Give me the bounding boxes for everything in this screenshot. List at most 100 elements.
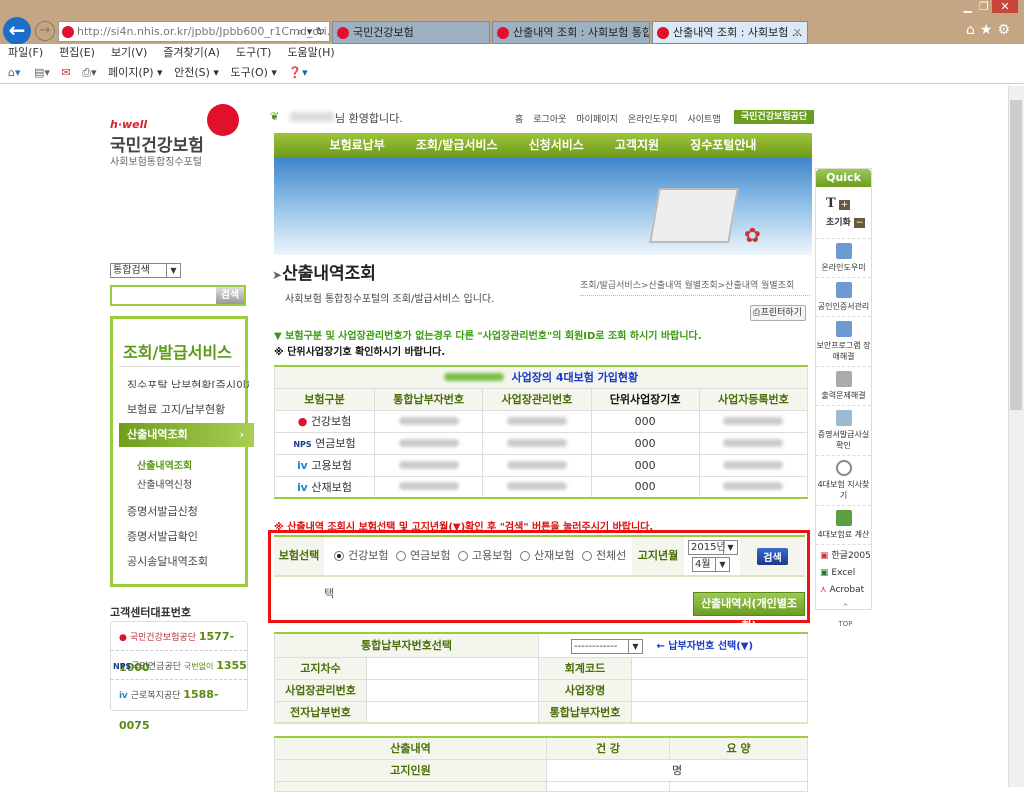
label: 증명서발급사실 확인	[817, 430, 870, 450]
search-scope-value: 통합검색	[113, 265, 150, 276]
radio-pension[interactable]: 연금보험	[392, 549, 450, 562]
personal-statement-button[interactable]: 산출내역서(개인별조회)	[693, 592, 805, 632]
menu-tools[interactable]: 도구(T)	[236, 46, 272, 59]
download-excel[interactable]: ▣ Excel	[820, 565, 871, 582]
side-nav-item-portal-payment[interactable]: 징수포탈 납부현황[즉시이체, 카드]	[127, 377, 249, 388]
font-reset-button[interactable]: 초기화	[826, 218, 851, 228]
quick-premium-calculator[interactable]: 4대보험료 계산	[816, 506, 871, 545]
search-button[interactable]: 검색	[216, 287, 244, 304]
nav-premium-payment[interactable]: 보험료납부	[330, 133, 385, 158]
link-logout[interactable]: 로그아웃	[533, 112, 566, 125]
unit-code: 000	[590, 453, 700, 477]
field-value	[366, 700, 539, 724]
menu-favorites[interactable]: 즐겨찾기(A)	[163, 46, 220, 59]
link-home[interactable]: 홈	[515, 112, 523, 125]
prefix: 국번없이	[183, 662, 214, 671]
printer-icon: ⎙	[753, 308, 761, 318]
page-subtitle: 사회보험 통합징수포털의 조회/발급서비스 입니다.	[285, 294, 495, 305]
nav-inquiry-issue[interactable]: 조회/발급서비스	[416, 133, 498, 158]
table-row: ⅳ 고용보험 000	[274, 453, 809, 477]
comwel-icon: ⅳ	[297, 459, 308, 472]
customer-row: NPS국민연금공단 국번없이 1355	[111, 651, 247, 680]
org: 국민연금공단	[131, 662, 182, 672]
search-scope-select[interactable]: 통합검색 ▼	[110, 263, 181, 278]
quick-cert-verify[interactable]: 증명서발급사실 확인	[816, 406, 871, 456]
help-icon[interactable]: ❓▾	[288, 66, 307, 79]
side-nav-item-calc-inquiry-active[interactable]: 산출내역조회 ›	[119, 423, 254, 447]
label: 온라인도우미	[821, 263, 866, 272]
scrollbar-thumb[interactable]	[1010, 100, 1022, 410]
quick-print-problem[interactable]: 출력문제해결	[816, 367, 871, 406]
window-controls[interactable]: ▁ ❐ ✕	[960, 0, 1024, 18]
home-icon[interactable]: ⌂▾	[8, 66, 21, 79]
radio-health[interactable]: 건강보험	[324, 549, 388, 562]
back-button[interactable]: ←	[3, 17, 31, 45]
field-label: 통합납부자번호	[538, 700, 632, 724]
home-star-gear-icons[interactable]: ⌂★⚙	[966, 22, 1015, 38]
link-mypage[interactable]: 마이페이지	[576, 112, 617, 125]
row-label: 고지인원	[274, 758, 547, 782]
chevron-right-icon: ›	[239, 428, 244, 441]
search-button[interactable]: 검색	[757, 548, 788, 565]
field-label: 사업장관리번호	[274, 678, 367, 702]
title-text: 산출내역조회	[282, 264, 376, 284]
print-button[interactable]: ⎙ 프린터하기	[750, 305, 806, 321]
tab-3-active[interactable]: 산출내역 조회 : 사회보험 ... ✕	[652, 21, 808, 44]
top-button[interactable]: ^ TOP	[820, 599, 871, 633]
menu-view[interactable]: 보기(V)	[111, 46, 147, 59]
print-icon[interactable]: ⎙▾	[82, 66, 96, 79]
radio-employment[interactable]: 고용보험	[454, 549, 512, 562]
quick-branch-finder[interactable]: 4대보험 지사찾기	[816, 456, 871, 506]
font-increase-button[interactable]: +	[838, 200, 851, 210]
menu-edit[interactable]: 편집(E)	[59, 46, 95, 59]
label: Acrobat	[829, 585, 865, 595]
page-title: ➤산출내역조회	[272, 259, 376, 284]
link-sitemap[interactable]: 사이트맵	[688, 112, 721, 125]
side-nav-item-public-notice[interactable]: 공시송달내역조회	[127, 553, 208, 569]
side-nav-item-premium-notice[interactable]: 보험료 고지/납부현황	[127, 401, 225, 417]
table-row: NPS 연금보험 000	[274, 431, 809, 455]
side-nav-sub-calc-inquiry[interactable]: 산출내역조회	[137, 457, 192, 472]
quick-security-program[interactable]: 보안프로그램 장애해결	[816, 317, 871, 367]
year-select[interactable]: 2015년 ▼	[688, 540, 738, 555]
payer-number-select[interactable]: ------------ ▼	[571, 638, 643, 654]
insurance-status-table: 사업장의 4대보험 가입현황 보험구분 통합납부자번호 사업장관리번호 단위사업…	[274, 365, 809, 499]
safety-menu[interactable]: 안전(S) ▾	[174, 66, 219, 79]
blurred-value	[723, 416, 784, 425]
month-select[interactable]: 4월 ▼	[692, 557, 730, 572]
mail-icon[interactable]: ✉	[61, 66, 70, 79]
radio-industrial[interactable]: 산재보험	[516, 549, 574, 562]
font-decrease-button[interactable]: −	[853, 218, 866, 228]
address-bar[interactable]: http://si4n.nhis.or.kr/jpbb/Jpbb600_r1Cm…	[58, 21, 330, 42]
main-nav: 보험료납부 조회/발급서비스 신청서비스 고객지원 징수포털안내	[274, 133, 812, 158]
floppy-icon	[835, 321, 852, 337]
close-tab-icon[interactable]: ✕	[793, 22, 802, 43]
logo-heart-icon	[207, 104, 239, 136]
nav-application[interactable]: 신청서비스	[529, 133, 584, 158]
tab-1[interactable]: 국민건강보험	[332, 21, 490, 44]
side-nav-item-cert-request[interactable]: 증명서발급신청	[127, 503, 198, 519]
download-hwp[interactable]: ▣ 한글2005	[820, 548, 871, 565]
search-form: 보험선택 건강보험 연금보험 고용보험 산재보험 전체선택 고지년월 2015년…	[274, 535, 805, 600]
forward-button[interactable]: →	[35, 21, 55, 41]
quick-cert-manage[interactable]: 공인인증서관리	[816, 278, 871, 317]
period-label: 고지년월	[632, 537, 684, 575]
download-acrobat[interactable]: ⋏ Acrobat	[820, 582, 871, 599]
comwel-logo-icon: ⅳ	[119, 691, 128, 701]
nhis-badge-link[interactable]: 국민건강보험공단	[734, 110, 814, 124]
side-nav-item-cert-confirm[interactable]: 증명서발급확인	[127, 528, 198, 544]
tab-2[interactable]: 산출내역 조회 : 사회보험 통합...	[492, 21, 650, 44]
nav-portal-guide[interactable]: 징수포털안내	[690, 133, 756, 158]
link-online-help[interactable]: 온라인도우미	[628, 112, 678, 125]
search-refresh-icon[interactable]: ⌕ ▾ ↻	[297, 22, 325, 41]
feeds-icon[interactable]: ▤▾	[34, 66, 50, 79]
page-menu[interactable]: 페이지(P) ▾	[108, 66, 163, 79]
magnifier-icon	[835, 460, 852, 476]
label: 출력문제해결	[821, 391, 866, 400]
tools-menu[interactable]: 도구(O) ▾	[230, 66, 277, 79]
quick-online-help[interactable]: 온라인도우미	[816, 239, 871, 278]
menu-file[interactable]: 파일(F)	[8, 46, 43, 59]
side-nav-sub-calc-request[interactable]: 산출내역신청	[137, 476, 192, 491]
menu-help[interactable]: 도움말(H)	[287, 46, 334, 59]
nav-customer-support[interactable]: 고객지원	[615, 133, 659, 158]
